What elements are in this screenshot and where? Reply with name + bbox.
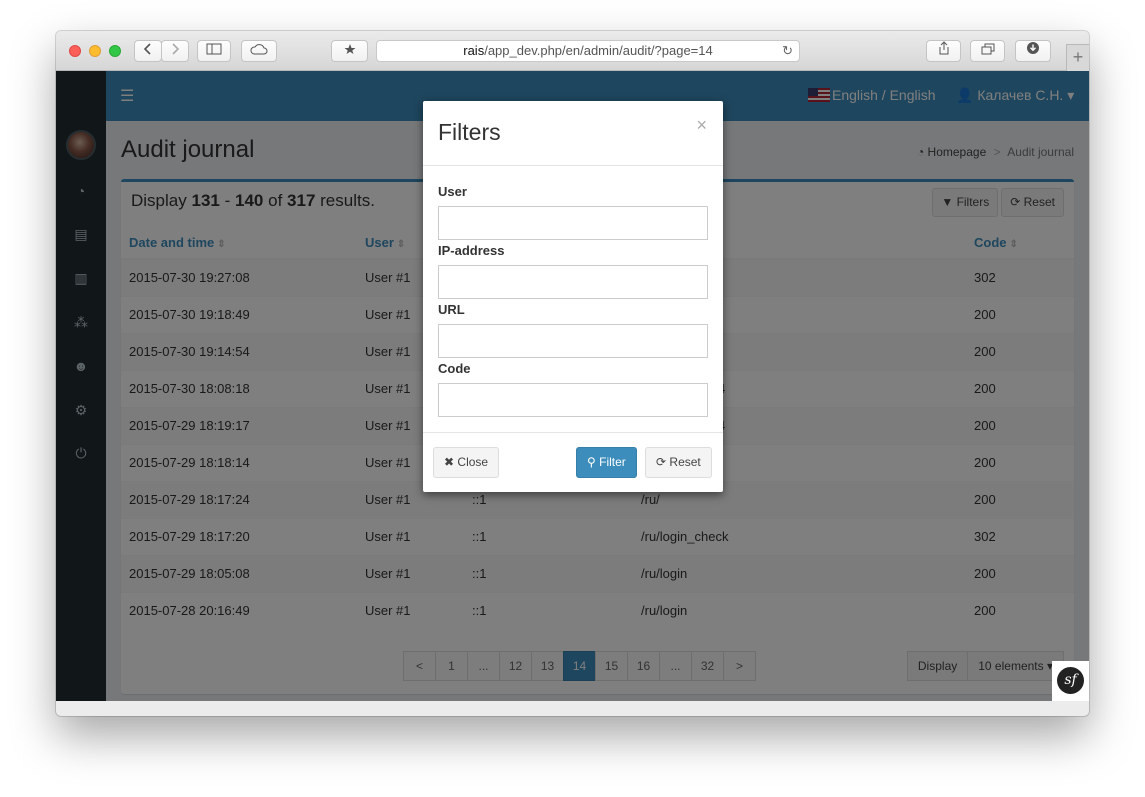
sidebar-toggle-button[interactable] — [197, 40, 231, 62]
filter-button[interactable]: ⚲ Filter — [576, 447, 637, 478]
new-tab-button[interactable]: + — [1066, 44, 1089, 71]
search-icon: ⚲ — [587, 455, 596, 469]
modal-title: Filters — [438, 119, 501, 145]
modal-reset-button[interactable]: ⟳ Reset — [645, 447, 712, 478]
cloud-icon — [250, 44, 268, 55]
share-button[interactable] — [926, 40, 961, 62]
modal-header-divider — [423, 165, 723, 166]
reload-icon[interactable]: ↻ — [782, 41, 793, 61]
share-icon — [939, 41, 948, 55]
modal-reset-button-label: Reset — [669, 455, 701, 469]
user-field[interactable] — [438, 206, 708, 240]
url-path: /app_dev.php/en/admin/audit/?page=14 — [484, 43, 713, 58]
close-button-label: Close — [457, 455, 489, 469]
refresh-icon: ⟳ — [656, 455, 667, 469]
icloud-tabs-button[interactable] — [241, 40, 277, 62]
modal-footer-divider — [423, 432, 723, 433]
browser-toolbar: rais/app_dev.php/en/admin/audit/?page=14… — [56, 31, 1089, 71]
tabs-icon — [981, 43, 994, 55]
symfony-toolbar-toggle[interactable]: sf — [1052, 661, 1089, 701]
downloads-button[interactable] — [1015, 40, 1051, 62]
close-icon[interactable]: × — [696, 115, 707, 136]
star-icon — [344, 44, 355, 54]
url-field-label: URL — [438, 302, 465, 317]
chevron-left-icon — [143, 43, 151, 55]
url-field[interactable] — [438, 324, 708, 358]
ip-field-label: IP-address — [438, 243, 505, 258]
close-button[interactable]: ✖ Close — [433, 447, 500, 478]
download-icon — [1027, 42, 1039, 54]
address-bar[interactable]: rais/app_dev.php/en/admin/audit/?page=14… — [376, 40, 800, 62]
forward-button[interactable] — [161, 40, 189, 62]
close-icon: ✖ — [444, 455, 455, 469]
bookmark-button[interactable] — [331, 40, 368, 62]
filters-modal: Filters × User IP-address URL Code ✖ Clo… — [423, 101, 723, 492]
symfony-icon: sf — [1057, 667, 1084, 694]
zoom-window-button[interactable] — [109, 45, 121, 57]
close-window-button[interactable] — [69, 45, 81, 57]
user-field-label: User — [438, 184, 467, 199]
ip-field[interactable] — [438, 265, 708, 299]
filter-button-label: Filter — [599, 455, 626, 469]
sidebar-icon — [206, 43, 222, 55]
minimize-window-button[interactable] — [89, 45, 101, 57]
code-field[interactable] — [438, 383, 708, 417]
back-button[interactable] — [134, 40, 162, 62]
browser-window: rais/app_dev.php/en/admin/audit/?page=14… — [56, 31, 1089, 716]
chevron-right-icon — [172, 43, 180, 55]
page-viewport: ◔ ▤ ▥ ⁂ ☻ ⚙ ⏻ ☰ English / English 👤 Кала… — [56, 71, 1089, 701]
url-host: rais — [463, 43, 485, 58]
code-field-label: Code — [438, 361, 471, 376]
tabs-overview-button[interactable] — [970, 40, 1005, 62]
